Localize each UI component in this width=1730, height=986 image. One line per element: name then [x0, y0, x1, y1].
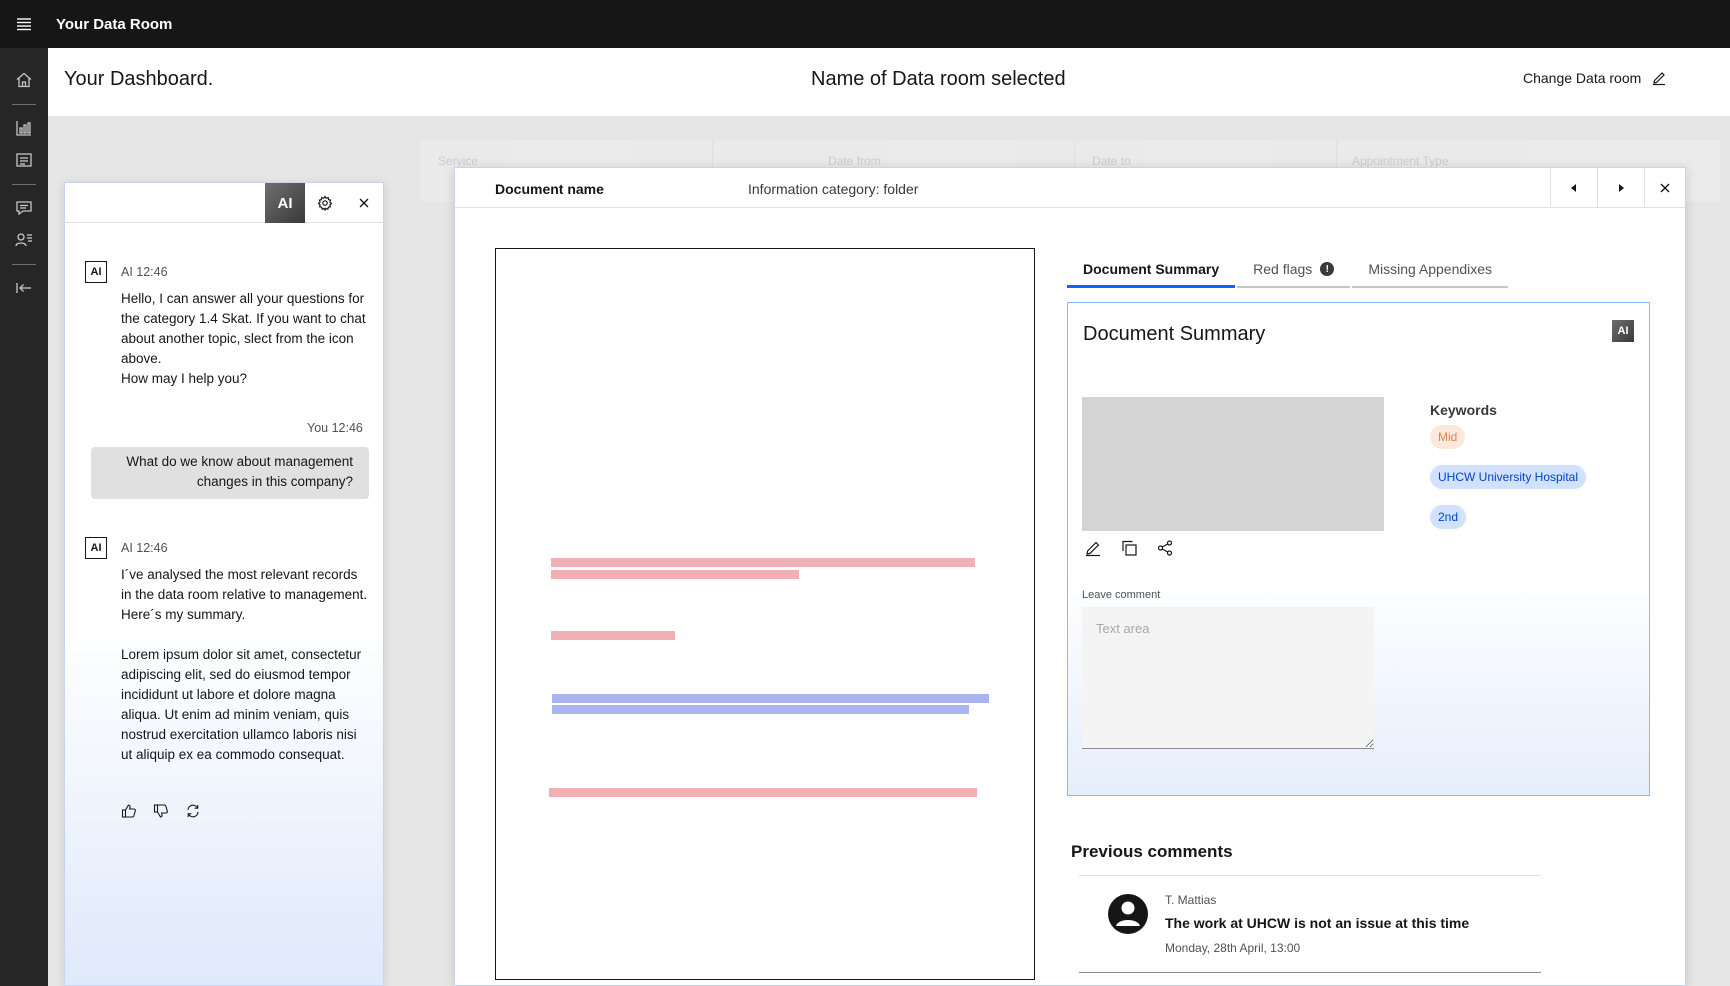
nav-divider	[12, 264, 36, 265]
dashboard-header: Your Dashboard. Name of Data room select…	[48, 48, 1730, 116]
ai-badge: AI	[1612, 320, 1634, 342]
close-icon	[359, 198, 369, 208]
information-category: Information category: folder	[748, 181, 919, 197]
highlight-blue	[552, 705, 969, 714]
bar-chart-icon[interactable]	[14, 118, 34, 138]
change-dataroom-button[interactable]: Change Data room	[1523, 70, 1667, 86]
tab-label: Document Summary	[1083, 260, 1220, 277]
comment-date: Monday, 28th April, 13:00	[1165, 941, 1301, 955]
document-name: Document name	[495, 181, 604, 197]
tab-document-summary[interactable]: Document Summary	[1067, 252, 1236, 288]
settings-button[interactable]	[305, 183, 345, 223]
app-title: Your Data Room	[56, 15, 173, 33]
edit-icon[interactable]	[1084, 539, 1104, 559]
comment-author: T. Mattias	[1165, 893, 1217, 907]
tab-label: Missing Appendixes	[1368, 261, 1493, 277]
regenerate-icon[interactable]	[185, 803, 203, 821]
keyword-tag[interactable]: UHCW University Hospital	[1430, 465, 1587, 489]
table-header-cell: Date to	[1092, 154, 1131, 168]
document-modal-header: Document name Information category: fold…	[455, 168, 1685, 208]
previous-document-button[interactable]	[1550, 168, 1597, 208]
page-title: Your Dashboard.	[64, 68, 214, 90]
tab-red-flags[interactable]: Red flags !	[1237, 252, 1351, 288]
chat-toolbar: AI	[65, 183, 383, 223]
ai-avatar-icon: AI	[85, 261, 107, 283]
document-preview[interactable]	[495, 248, 1035, 980]
divider	[1079, 972, 1541, 973]
highlight-blue	[552, 694, 989, 703]
menu-icon[interactable]	[0, 0, 48, 48]
change-dataroom-label: Change Data room	[1523, 70, 1642, 86]
close-icon	[1660, 183, 1670, 193]
close-chat-button[interactable]	[345, 183, 383, 223]
comment-label: Leave comment	[1082, 589, 1161, 601]
highlight-red	[551, 558, 975, 567]
tab-missing-appendixes[interactable]: Missing Appendixes	[1352, 252, 1509, 288]
highlight-red	[551, 631, 675, 640]
side-nav	[0, 48, 48, 986]
ai-message-text: Hello, I can answer all your questions f…	[121, 291, 366, 386]
ai-avatar-icon: AI	[85, 537, 107, 559]
tab-label: Red flags	[1253, 261, 1313, 277]
comment-textarea[interactable]	[1082, 607, 1374, 749]
summary-title: Document Summary	[1083, 323, 1266, 345]
warning-icon: !	[1320, 262, 1335, 276]
document-modal: Document name Information category: fold…	[454, 167, 1686, 986]
keyword-tag[interactable]: Mid	[1430, 425, 1466, 449]
message-meta: AI 12:46	[121, 265, 168, 279]
user-list-icon[interactable]	[14, 230, 34, 250]
caret-left-icon	[1571, 184, 1576, 192]
logout-icon[interactable]	[14, 278, 34, 298]
next-document-button[interactable]	[1597, 168, 1644, 208]
table-header-cell: Appointment Type	[1352, 154, 1449, 168]
user-avatar-icon	[1107, 893, 1149, 935]
document-summary-card: Document Summary AI Keywords Mid UHCW Un…	[1067, 302, 1650, 796]
thumbs-down-icon[interactable]	[153, 803, 171, 821]
chat-icon[interactable]	[14, 198, 34, 218]
edit-icon	[1653, 72, 1666, 86]
ai-topic-button[interactable]: AI	[265, 183, 305, 223]
ai-message-text: I´ve analysed the most relevant records …	[121, 567, 368, 762]
dataroom-name: Name of Data room selected	[811, 68, 1066, 90]
document-thumbnail	[1082, 397, 1384, 531]
divider	[1079, 875, 1541, 876]
share-icon[interactable]	[1156, 539, 1176, 559]
keywords-label: Keywords	[1430, 402, 1497, 418]
previous-comments-title: Previous comments	[1071, 842, 1233, 861]
thumbs-up-icon[interactable]	[121, 803, 139, 821]
user-message-bubble: What do we know about management changes…	[91, 447, 369, 499]
comment-text: The work at UHCW is not an issue at this…	[1165, 915, 1470, 931]
message-meta: AI 12:46	[121, 541, 168, 555]
message-meta: You 12:46	[307, 421, 363, 435]
gear-icon	[317, 195, 333, 211]
nav-divider	[12, 184, 36, 185]
highlight-red	[551, 570, 799, 579]
thumbnail-actions	[1084, 539, 1176, 559]
close-document-button[interactable]	[1644, 168, 1685, 208]
nav-divider	[12, 104, 36, 105]
ai-chat-panel: AI AI AI 12:46 Hello, I can answer all y…	[64, 182, 384, 986]
copy-icon[interactable]	[1120, 539, 1140, 559]
message-feedback-actions	[121, 803, 203, 821]
highlight-red	[549, 788, 977, 797]
top-bar: Your Data Room	[0, 0, 1730, 48]
keyword-tag[interactable]: 2nd	[1430, 505, 1467, 529]
document-list-icon[interactable]	[14, 150, 34, 170]
caret-right-icon	[1619, 184, 1624, 192]
document-tabs: Document Summary Red flags ! Missing App…	[1067, 252, 1510, 288]
table-header-cell: Service	[438, 154, 479, 168]
home-icon[interactable]	[14, 70, 34, 90]
table-header-cell: Date from	[828, 154, 881, 168]
